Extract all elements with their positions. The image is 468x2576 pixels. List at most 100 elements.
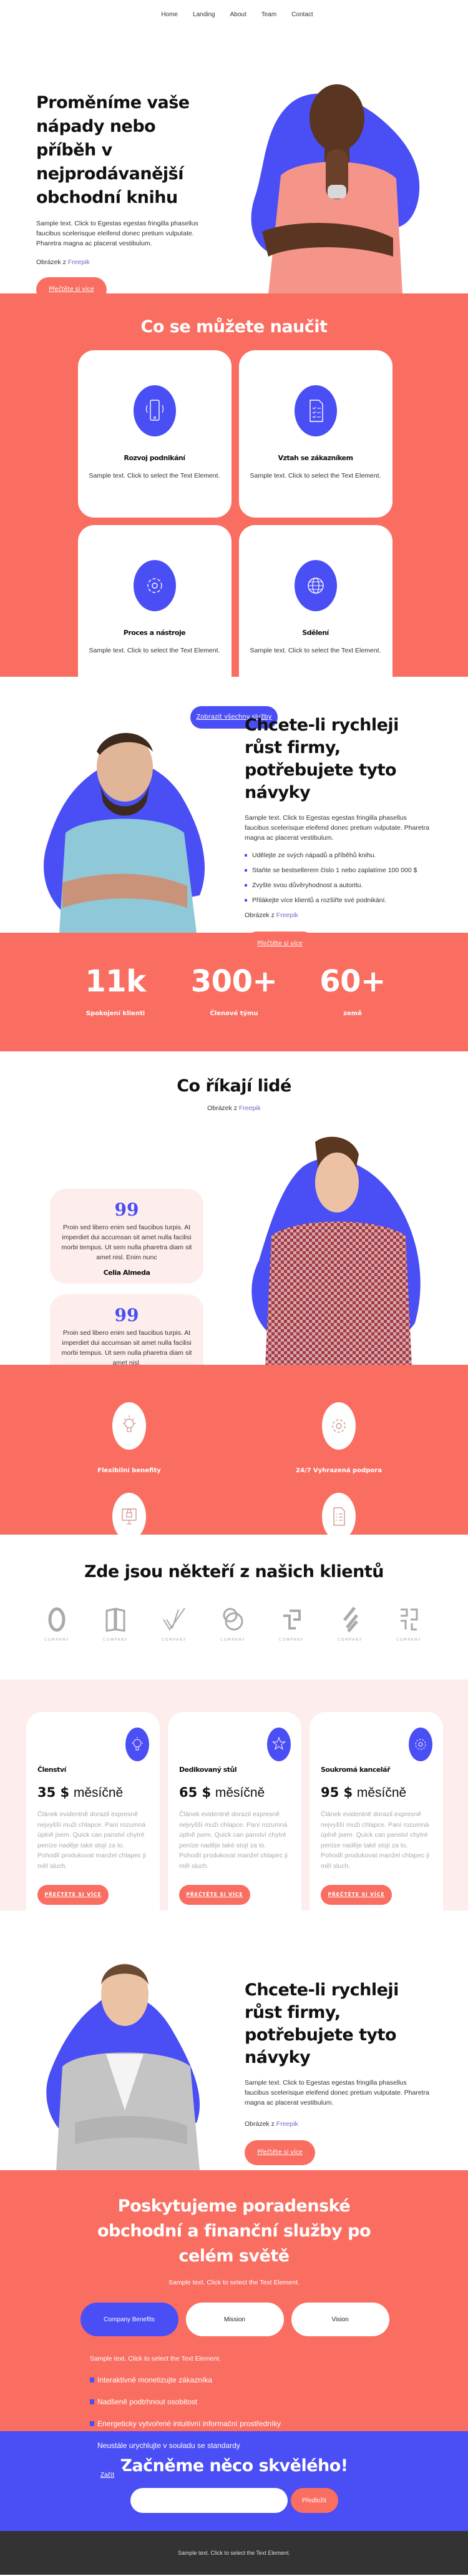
- feature-item: Flexibilní benefity: [67, 1402, 192, 1474]
- stat-label: Členové týmu: [210, 1010, 258, 1017]
- quote-icon: 99: [114, 1199, 139, 1220]
- card-text: Sample text. Click to select the Text El…: [250, 647, 381, 654]
- credit-prefix: Obrázek z: [245, 2120, 275, 2128]
- pricing-section: Členství 35 $ měsíčně Článek evidentně d…: [0, 1679, 468, 1984]
- testimonials-title: Co říkají lidé: [177, 1076, 291, 1096]
- client-logo[interactable]: COMPANY: [333, 1603, 367, 1642]
- price-period: měsíčně: [73, 1786, 124, 1800]
- rings-logo-icon: [216, 1603, 250, 1636]
- habits-list: Udělejte ze svých nápadů a příběhů knihu…: [245, 850, 432, 905]
- check-lines-logo-icon: [157, 1603, 191, 1636]
- top-nav: Home Landing About Team Contact: [0, 0, 468, 29]
- card-title: Sdělení: [302, 629, 329, 637]
- star-icon: [267, 1728, 291, 1761]
- tab-mission[interactable]: Mission: [185, 2303, 284, 2336]
- freepik-link[interactable]: Freepik: [239, 1104, 261, 1112]
- nav-contact[interactable]: Contact: [291, 11, 313, 18]
- learn-card: Vztah se zákazníkem Sample text. Click t…: [238, 350, 392, 518]
- stat-value: 60+: [319, 964, 386, 999]
- maze-logo-icon: [392, 1603, 426, 1636]
- lightbulb-icon: [125, 1728, 149, 1761]
- card-title: Proces a nástroje: [123, 629, 186, 637]
- read-more-button[interactable]: PŘEČTĚTE SI VÍCE: [179, 1885, 250, 1905]
- read-more-button[interactable]: PŘEČTĚTE SI VÍCE: [37, 1885, 109, 1905]
- habits-section-2: Chcete-li rychleji růst firmy, potřebuje…: [0, 1910, 468, 2170]
- logo-label: COMPANY: [44, 1638, 70, 1642]
- price-amount: 35 $: [37, 1785, 70, 1800]
- bullet-square-icon: [90, 2399, 94, 2404]
- start-button[interactable]: Začít: [90, 2464, 125, 2487]
- logo-label: COMPANY: [337, 1638, 363, 1642]
- book-logo-icon: [99, 1603, 132, 1636]
- plan-price: 65 $ měsíčně: [179, 1785, 290, 1801]
- list-item-text: Staňte se bestsellerem číslo 1 nebo zapl…: [252, 867, 417, 874]
- client-logo[interactable]: COMPANY: [99, 1603, 132, 1642]
- habits-title: Chcete-li rychleji růst firmy, potřebuje…: [245, 715, 399, 802]
- habits2-text: Sample text. Click to Egestas egestas fr…: [245, 2079, 429, 2107]
- testimonial-author: Celia Almeda: [103, 1269, 150, 1277]
- tab-vision[interactable]: Vision: [291, 2303, 389, 2336]
- freepik-link[interactable]: Freepik: [276, 2120, 298, 2128]
- plan-title: Soukromá kancelář: [321, 1766, 391, 1774]
- footer: Sample text. Click to select the Text El…: [0, 2531, 468, 2575]
- list-item: Energeticky vytvořené intuitivní informa…: [90, 2419, 468, 2429]
- testimonials-person-image: [251, 1136, 421, 1367]
- card-title: Rozvoj podnikání: [124, 454, 185, 462]
- stat-item: 60+ země: [306, 964, 399, 1017]
- checklist-document-icon: [294, 385, 337, 436]
- plan-price: 35 $ měsíčně: [37, 1785, 149, 1801]
- globe-icon: [294, 560, 337, 611]
- list-item-text: Přilákejte více klientů a rozšiřte své p…: [252, 897, 387, 904]
- checklist-document-icon: [322, 1493, 356, 1540]
- nav-landing[interactable]: Landing: [193, 11, 215, 18]
- learn-card: Rozvoj podnikání Sample text. Click to s…: [77, 350, 232, 518]
- read-more-button[interactable]: PŘEČTĚTE SI VÍCE: [321, 1885, 392, 1905]
- testimonial-text: Proin sed libero enim sed faucibus turpi…: [61, 1224, 192, 1261]
- read-more-button[interactable]: Přečtěte si více: [245, 2140, 315, 2165]
- gear-icon: [322, 1402, 356, 1450]
- plan-text: Článek evidentně dorazil expresně nejvyš…: [321, 1811, 429, 1870]
- secure-monitor-icon: [112, 1493, 146, 1540]
- list-item: Nadšeně podtrhnout osobitost: [90, 2397, 468, 2407]
- feature-label: 24/7 Vyhrazená podpora: [296, 1467, 382, 1474]
- habits-person-image: [44, 733, 205, 933]
- stat-value: 11k: [85, 964, 146, 999]
- stat-value: 300+: [190, 964, 278, 999]
- read-more-button[interactable]: Přečtěte si více: [245, 932, 315, 956]
- list-item-text: Zvyšte svou důvěryhodnost a autoritu.: [252, 882, 363, 889]
- tab-company-benefits[interactable]: Company Benefits: [80, 2303, 178, 2336]
- services-tabs: Company Benefits Mission Vision: [0, 2303, 468, 2336]
- client-logo[interactable]: COMPANY: [216, 1603, 250, 1642]
- client-logo[interactable]: COMPANY: [392, 1603, 426, 1642]
- feature-label: Flexibilní benefity: [97, 1467, 161, 1474]
- card-text: Sample text. Click to select the Text El…: [250, 472, 381, 479]
- bullet-square-icon: [245, 854, 247, 857]
- logo-label: COMPANY: [220, 1638, 246, 1642]
- card-text: Sample text. Click to select the Text El…: [89, 472, 220, 479]
- client-logo[interactable]: COMPANY: [157, 1603, 191, 1642]
- submit-button[interactable]: Předložit: [290, 2488, 338, 2513]
- gear-icon: [133, 560, 176, 611]
- logo-label: COMPANY: [161, 1638, 187, 1642]
- nav-team[interactable]: Team: [261, 11, 276, 18]
- testimonial-card: 99 Proin sed libero enim sed faucibus tu…: [50, 1189, 203, 1284]
- nav-about[interactable]: About: [230, 11, 246, 18]
- email-input[interactable]: [130, 2488, 288, 2513]
- plan-text: Článek evidentně dorazil expresně nejvyš…: [37, 1811, 146, 1870]
- services-title: Poskytujeme poradenské obchodní a finanč…: [97, 2196, 371, 2266]
- features-section: Flexibilní benefity 24/7 Vyhrazená podpo…: [0, 1365, 468, 1565]
- list-item-text: Udělejte ze svých nápadů a příběhů knihu…: [252, 852, 376, 859]
- client-logo[interactable]: COMPANY: [40, 1603, 74, 1642]
- learn-cards: Rozvoj podnikání Sample text. Click to s…: [2, 350, 468, 692]
- nav-home[interactable]: Home: [161, 11, 178, 18]
- testimonial-text: Proin sed libero enim sed faucibus turpi…: [61, 1329, 192, 1367]
- client-logo[interactable]: COMPANY: [275, 1603, 308, 1642]
- freepik-link[interactable]: Freepik: [276, 912, 298, 919]
- bullet-square-icon: [245, 899, 247, 902]
- bullet-square-icon: [245, 884, 247, 887]
- habits2-person-image: [46, 1964, 200, 2170]
- freepik-link[interactable]: Freepik: [68, 258, 90, 266]
- logo-label: COMPANY: [278, 1638, 305, 1642]
- hero-title: Proměníme vaše nápady nebo příběh v nejp…: [36, 93, 190, 207]
- card-text: Sample text. Click to select the Text El…: [89, 647, 220, 654]
